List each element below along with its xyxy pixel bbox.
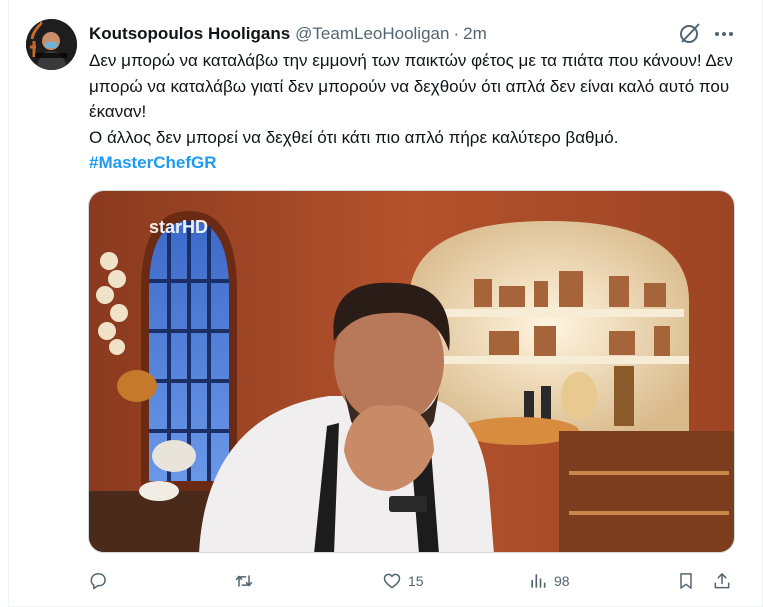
user-handle[interactable]: @TeamLeoHooligan: [295, 24, 449, 44]
tweet-media-image[interactable]: starHD: [88, 190, 735, 553]
action-bar: 15 98: [88, 567, 738, 595]
retweet-icon: [235, 575, 253, 587]
more-icon[interactable]: [712, 24, 736, 44]
bookmark-icon: [680, 573, 692, 589]
display-name[interactable]: Koutsopoulos Hooligans: [89, 24, 290, 44]
avatar[interactable]: [26, 19, 77, 70]
hashtag-link[interactable]: #MasterChefGR: [89, 153, 217, 172]
separator-dot: ·: [453, 24, 460, 43]
share-button[interactable]: [712, 567, 732, 595]
media-watermark: starHD: [149, 217, 208, 237]
tweet-header: Koutsopoulos Hooligans @TeamLeoHooligan …: [89, 22, 743, 46]
tweet-text-paragraph-1: Δεν μπορώ να καταλάβω την εμμονή των παι…: [89, 51, 733, 121]
bookmark-button[interactable]: [676, 567, 696, 595]
views-icon: [531, 574, 546, 588]
heart-icon: [383, 573, 401, 589]
timestamp[interactable]: 2m: [463, 24, 487, 44]
like-button[interactable]: 15: [382, 567, 424, 595]
share-icon: [714, 573, 730, 589]
grok-icon[interactable]: [679, 22, 701, 44]
retweet-button[interactable]: [234, 567, 260, 595]
like-count: 15: [408, 573, 424, 589]
tweet-text-paragraph-2: Ο άλλος δεν μπορεί να δεχθεί ότι κάτι πι…: [89, 127, 619, 147]
views-count: 98: [554, 573, 570, 589]
views-button[interactable]: 98: [528, 567, 570, 595]
reply-icon: [90, 573, 106, 590]
reply-button[interactable]: [88, 567, 114, 595]
tweet-text: Δεν μπορώ να καταλάβω την εμμονή των παι…: [89, 48, 741, 176]
